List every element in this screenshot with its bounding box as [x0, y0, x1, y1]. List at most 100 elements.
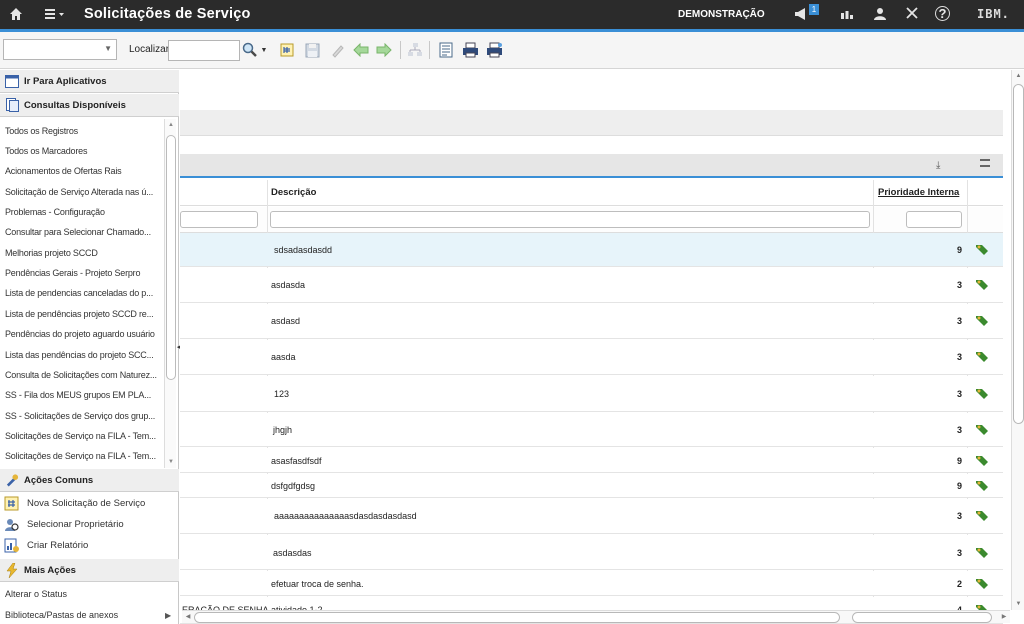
action-select[interactable]: ▼ — [3, 39, 117, 60]
previous-record-icon[interactable] — [352, 41, 370, 59]
cell-description: efetuar troca de senha. — [271, 579, 364, 589]
route-workflow-icon[interactable] — [975, 423, 989, 435]
change-status-action[interactable]: Alterar o Status — [5, 589, 67, 599]
go-to-apps-header[interactable]: Ir Para Aplicativos — [0, 70, 179, 93]
table-row[interactable]: sdsadasdasdd 9 — [180, 233, 1003, 267]
cell-description: 123 — [274, 389, 290, 399]
list-filter-band — [180, 110, 1003, 136]
saved-query-link[interactable]: Problemas - Configuração — [5, 207, 105, 217]
route-workflow-icon[interactable] — [975, 387, 989, 399]
new-service-request-action[interactable]: Nova Solicitação de Serviço — [0, 493, 179, 514]
table-row[interactable]: asdasdas 3 — [180, 535, 1003, 570]
filter-description-input[interactable] — [270, 211, 870, 228]
scrollbar-thumb[interactable] — [194, 612, 840, 623]
table-row[interactable]: asdasda 3 — [180, 268, 1003, 303]
scroll-up-icon[interactable]: ▲ — [1013, 71, 1024, 81]
table-row[interactable]: jhgjh 3 — [180, 413, 1003, 447]
vertical-scrollbar[interactable]: ▲ ▼ — [1011, 70, 1024, 610]
scroll-down-icon[interactable]: ▼ — [166, 457, 176, 467]
print-with-attachments-icon[interactable] — [485, 41, 503, 59]
saved-query-link[interactable]: Pendências do projeto aguardo usuário — [5, 329, 155, 339]
table-row[interactable]: dsfgdfgdsg 9 — [180, 474, 1003, 498]
saved-query-link[interactable]: Pendências Gerais - Projeto Serpro — [5, 268, 140, 278]
saved-query-link[interactable]: Melhorias projeto SCCD — [5, 248, 98, 258]
saved-query-link[interactable]: Lista das pendências do projeto SCC... — [5, 350, 154, 360]
saved-query-link[interactable]: Consultar para Selecionar Chamado... — [5, 227, 151, 237]
save-icon[interactable] — [303, 41, 321, 59]
horizontal-scrollbar[interactable]: ◀ ▶ — [182, 610, 1010, 623]
saved-query-link[interactable]: Solicitações de Serviço na FILA - Tem... — [5, 451, 156, 461]
route-workflow-icon[interactable] — [975, 479, 989, 491]
cell-description: asdasda — [271, 280, 306, 290]
action-label: Selecionar Proprietário — [27, 519, 124, 530]
table-row[interactable]: aaaaaaaaaaaaaaasdasdasdasdasd 3 — [180, 499, 1003, 534]
queries-header[interactable]: Consultas Disponíveis — [0, 94, 179, 117]
filter-priority-input[interactable] — [906, 211, 962, 228]
download-icon[interactable]: ⤓ — [936, 160, 940, 171]
saved-query-link[interactable]: SS - Solicitações de Serviço dos grup... — [5, 411, 155, 421]
home-icon[interactable] — [8, 6, 24, 22]
workflow-icon[interactable] — [406, 41, 424, 59]
route-workflow-icon[interactable] — [975, 243, 989, 255]
print-icon[interactable] — [461, 41, 479, 59]
help-icon[interactable]: ? — [935, 6, 950, 21]
new-record-icon[interactable] — [278, 41, 296, 59]
route-workflow-icon[interactable] — [975, 314, 989, 326]
menu-icon[interactable] — [44, 6, 66, 22]
common-actions-title: Ações Comuns — [24, 474, 94, 486]
route-workflow-icon[interactable] — [975, 454, 989, 466]
table-row[interactable]: 123 3 — [180, 376, 1003, 412]
scroll-right-icon[interactable]: ▶ — [999, 612, 1009, 623]
scrollbar-thumb-secondary[interactable] — [852, 612, 992, 623]
saved-query-link[interactable]: SS - Fila dos MEUS grupos EM PLA... — [5, 390, 151, 400]
route-workflow-icon[interactable] — [975, 509, 989, 521]
search-dropdown-icon[interactable]: ▼ — [259, 41, 269, 59]
next-record-icon[interactable] — [375, 41, 393, 59]
saved-query-link[interactable]: Solicitação de Serviço Alterada nas ú... — [5, 187, 153, 197]
column-header-internal-priority[interactable]: Prioridade Interna — [878, 187, 959, 198]
report-icon[interactable] — [437, 41, 455, 59]
close-icon[interactable] — [904, 5, 920, 21]
select-owner-action[interactable]: Selecionar Proprietário — [0, 514, 179, 535]
go-to-apps-label: Ir Para Aplicativos — [24, 75, 107, 87]
table-row[interactable]: aasda 3 — [180, 340, 1003, 375]
chart-icon[interactable] — [840, 7, 854, 21]
saved-query-link[interactable]: Lista de pendências projeto SCCD re... — [5, 309, 154, 319]
scroll-left-icon[interactable]: ◀ — [183, 612, 193, 623]
filter-first-column-input[interactable] — [180, 211, 258, 228]
user-icon[interactable] — [873, 7, 887, 21]
column-header-description[interactable]: Descrição — [271, 187, 316, 198]
queries-scrollbar[interactable]: ▲ ▼ — [164, 119, 176, 468]
cell-description: asdasdas — [273, 548, 312, 558]
scrollbar-thumb[interactable] — [166, 135, 176, 380]
clear-changes-icon[interactable] — [328, 41, 346, 59]
saved-query-link[interactable]: Solicitações de Serviço na FILA - Tem... — [5, 431, 156, 441]
search-label: Localizar: — [129, 44, 172, 55]
table-row[interactable]: asdasd 3 — [180, 304, 1003, 339]
saved-query-link[interactable]: Acionamentos de Ofertas Rais — [5, 166, 122, 176]
cell-description: sdsadasdasdd — [274, 245, 333, 255]
saved-query-link[interactable]: Lista de pendencias canceladas do p... — [5, 288, 153, 298]
more-actions-header[interactable]: Mais Ações — [0, 559, 179, 582]
route-workflow-icon[interactable] — [975, 577, 989, 589]
table-row[interactable]: efetuar troca de senha. 2 — [180, 571, 1003, 596]
table-row[interactable]: asasfasdfsdf 9 — [180, 448, 1003, 473]
search-icon[interactable] — [241, 41, 259, 59]
route-workflow-icon[interactable] — [975, 546, 989, 558]
attachments-library-action[interactable]: Biblioteca/Pastas de anexos — [5, 610, 118, 620]
scroll-up-icon[interactable]: ▲ — [166, 120, 176, 130]
cell-description: aaaaaaaaaaaaaaasdasdasdasdasd — [274, 511, 417, 521]
route-workflow-icon[interactable] — [975, 278, 989, 290]
saved-query-link[interactable]: Todos os Marcadores — [5, 146, 87, 156]
minimize-table-icon[interactable] — [980, 159, 990, 167]
saved-query-link[interactable]: Todos os Registros — [5, 126, 78, 136]
create-report-action[interactable]: Criar Relatório — [0, 535, 179, 556]
saved-query-link[interactable]: Consulta de Solicitações com Naturez... — [5, 370, 157, 380]
route-workflow-icon[interactable] — [975, 350, 989, 362]
search-input[interactable] — [168, 40, 240, 61]
cell-priority: 2 — [956, 579, 962, 589]
scrollbar-thumb[interactable] — [1013, 84, 1024, 424]
lightning-icon — [5, 562, 19, 578]
scroll-down-icon[interactable]: ▼ — [1013, 599, 1024, 609]
common-actions-header[interactable]: Ações Comuns — [0, 469, 179, 492]
